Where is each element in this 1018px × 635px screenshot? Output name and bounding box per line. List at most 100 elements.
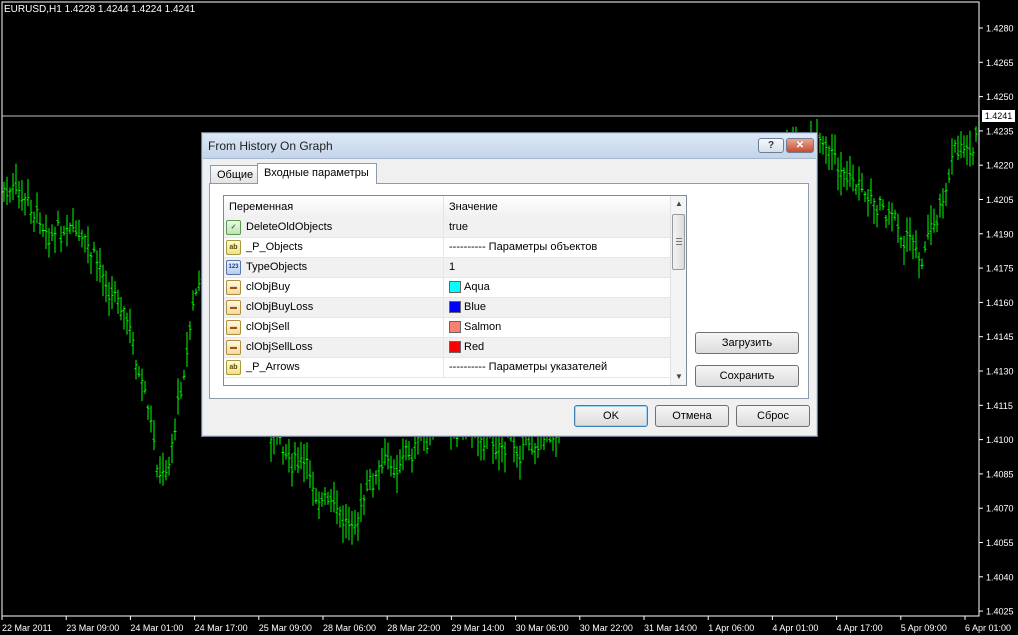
price-tick-label: 1.4070 bbox=[986, 504, 1014, 514]
color-icon: ▬ bbox=[226, 320, 241, 335]
parameter-value: Aqua bbox=[464, 281, 490, 293]
parameter-name: _P_Objects bbox=[246, 241, 303, 253]
time-tick-label: 30 Mar 22:00 bbox=[580, 623, 633, 633]
parameter-row[interactable]: ab _P_Objects ---------- Параметры объекто… bbox=[224, 238, 670, 258]
color-icon: ▬ bbox=[226, 300, 241, 315]
price-tick-label: 1.4205 bbox=[986, 195, 1014, 205]
parameter-row[interactable]: ✓ DeleteOldObjects true bbox=[224, 218, 670, 238]
parameter-row[interactable]: ▬ clObjSellLoss Red bbox=[224, 338, 670, 358]
close-button[interactable]: ✕ bbox=[786, 138, 814, 153]
cancel-button[interactable]: Отмена bbox=[655, 405, 729, 427]
parameter-row[interactable]: ▬ clObjBuy Aqua bbox=[224, 278, 670, 298]
price-tick-label: 1.4100 bbox=[986, 435, 1014, 445]
price-tick-label: 1.4235 bbox=[986, 126, 1014, 136]
price-tick-label: 1.4085 bbox=[986, 469, 1014, 479]
parameter-name-cell[interactable]: ✓ DeleteOldObjects bbox=[224, 218, 444, 237]
parameter-value-cell[interactable]: ---------- Параметры объектов bbox=[444, 238, 670, 257]
time-tick-label: 6 Apr 01:00 bbox=[965, 623, 1011, 633]
parameter-value-cell[interactable]: Red bbox=[444, 338, 670, 357]
bool-icon: ✓ bbox=[226, 220, 241, 235]
price-tick-label: 1.4250 bbox=[986, 92, 1014, 102]
grid-header: Переменная Значение bbox=[224, 196, 670, 219]
save-button[interactable]: Сохранить bbox=[695, 365, 799, 387]
color-icon: ▬ bbox=[226, 340, 241, 355]
color-swatch[interactable] bbox=[449, 281, 461, 293]
chart-symbol-title: EURUSD,H1 1.4228 1.4244 1.4224 1.4241 bbox=[4, 4, 196, 15]
time-tick-label: 28 Mar 22:00 bbox=[387, 623, 440, 633]
dialog-title: From History On Graph bbox=[208, 139, 333, 153]
parameter-name: clObjSellLoss bbox=[246, 341, 313, 353]
parameter-name-cell[interactable]: ▬ clObjBuy bbox=[224, 278, 444, 297]
price-tick-label: 1.4025 bbox=[986, 607, 1014, 617]
parameter-value-cell[interactable]: Salmon bbox=[444, 318, 670, 337]
parameter-value-cell[interactable]: true bbox=[444, 218, 670, 237]
color-swatch[interactable] bbox=[449, 321, 461, 333]
load-button[interactable]: Загрузить bbox=[695, 332, 799, 354]
parameter-row[interactable]: 123 TypeObjects 1 bbox=[224, 258, 670, 278]
current-price-label: 1.4241 bbox=[982, 110, 1015, 122]
parameter-value: Red bbox=[464, 341, 485, 353]
color-swatch[interactable] bbox=[449, 341, 461, 353]
parameter-name-cell[interactable]: 123 TypeObjects bbox=[224, 258, 444, 277]
time-tick-label: 28 Mar 06:00 bbox=[323, 623, 376, 633]
dialog-titlebar[interactable]: From History On Graph ? ✕ bbox=[203, 134, 816, 159]
price-tick-label: 1.4160 bbox=[986, 298, 1014, 308]
tab-inputs[interactable]: Входные параметры bbox=[257, 163, 377, 184]
price-tick-label: 1.4040 bbox=[986, 572, 1014, 582]
parameter-name-cell[interactable]: ab _P_Objects bbox=[224, 238, 444, 257]
color-swatch[interactable] bbox=[449, 301, 461, 313]
time-tick-label: 5 Apr 09:00 bbox=[901, 623, 947, 633]
parameter-value-cell[interactable]: ---------- Параметры указателей bbox=[444, 358, 670, 377]
inputs-panel: Переменная Значение ✓ DeleteOldObjects tru… bbox=[209, 183, 809, 399]
parameter-row[interactable]: ▬ clObjBuyLoss Blue bbox=[224, 298, 670, 318]
time-tick-label: 29 Mar 14:00 bbox=[451, 623, 504, 633]
parameter-value: 1 bbox=[449, 261, 456, 273]
price-tick-label: 1.4190 bbox=[986, 229, 1014, 239]
parameter-row[interactable]: ab _P_Arrows ---------- Параметры указател… bbox=[224, 358, 670, 378]
time-tick-label: 24 Mar 01:00 bbox=[130, 623, 183, 633]
parameter-value: Salmon bbox=[464, 321, 502, 333]
time-tick-label: 24 Mar 17:00 bbox=[195, 623, 248, 633]
grid-scrollbar[interactable]: ▲ ▼ bbox=[670, 196, 686, 385]
help-button[interactable]: ? bbox=[758, 138, 784, 153]
parameter-value: ---------- Параметры объектов bbox=[449, 241, 598, 253]
price-tick-label: 1.4220 bbox=[986, 161, 1014, 171]
parameter-value-cell[interactable]: Blue bbox=[444, 298, 670, 317]
time-tick-label: 30 Mar 06:00 bbox=[516, 623, 569, 633]
parameter-value-cell[interactable]: Aqua bbox=[444, 278, 670, 297]
price-tick-label: 1.4055 bbox=[986, 538, 1014, 548]
parameter-value: ---------- Параметры указателей bbox=[449, 361, 608, 373]
time-tick-label: 4 Apr 17:00 bbox=[837, 623, 883, 633]
color-icon: ▬ bbox=[226, 280, 241, 295]
parameter-name: clObjBuyLoss bbox=[246, 301, 314, 313]
string-icon: ab bbox=[226, 360, 241, 375]
parameter-name: DeleteOldObjects bbox=[246, 221, 333, 233]
scroll-down-icon[interactable]: ▼ bbox=[671, 369, 686, 385]
parameter-row[interactable]: ▬ clObjSell Salmon bbox=[224, 318, 670, 338]
time-tick-label: 4 Apr 01:00 bbox=[772, 623, 818, 633]
time-tick-label: 23 Mar 09:00 bbox=[66, 623, 119, 633]
parameter-value-cell[interactable]: 1 bbox=[444, 258, 670, 277]
parameter-name-cell[interactable]: ▬ clObjBuyLoss bbox=[224, 298, 444, 317]
column-header-variable[interactable]: Переменная bbox=[224, 196, 444, 218]
ok-button[interactable]: OK bbox=[574, 405, 648, 427]
parameter-name-cell[interactable]: ab _P_Arrows bbox=[224, 358, 444, 377]
scroll-thumb[interactable] bbox=[672, 214, 685, 270]
time-tick-label: 22 Mar 2011 bbox=[2, 623, 52, 633]
parameters-grid: Переменная Значение ✓ DeleteOldObjects tru… bbox=[223, 195, 687, 386]
time-tick-label: 31 Mar 14:00 bbox=[644, 623, 697, 633]
price-tick-label: 1.4175 bbox=[986, 264, 1014, 274]
parameter-name-cell[interactable]: ▬ clObjSellLoss bbox=[224, 338, 444, 357]
price-tick-label: 1.4280 bbox=[986, 24, 1014, 34]
column-header-value[interactable]: Значение bbox=[444, 196, 670, 218]
parameter-name: clObjBuy bbox=[246, 281, 291, 293]
reset-button[interactable]: Сброс bbox=[736, 405, 810, 427]
parameter-value: true bbox=[449, 221, 468, 233]
scroll-up-icon[interactable]: ▲ bbox=[671, 196, 686, 212]
tab-common[interactable]: Общие bbox=[210, 165, 258, 183]
time-tick-label: 25 Mar 09:00 bbox=[259, 623, 312, 633]
parameter-name-cell[interactable]: ▬ clObjSell bbox=[224, 318, 444, 337]
time-tick-label: 1 Apr 06:00 bbox=[708, 623, 754, 633]
parameter-name: _P_Arrows bbox=[246, 361, 300, 373]
price-tick-label: 1.4130 bbox=[986, 367, 1014, 377]
